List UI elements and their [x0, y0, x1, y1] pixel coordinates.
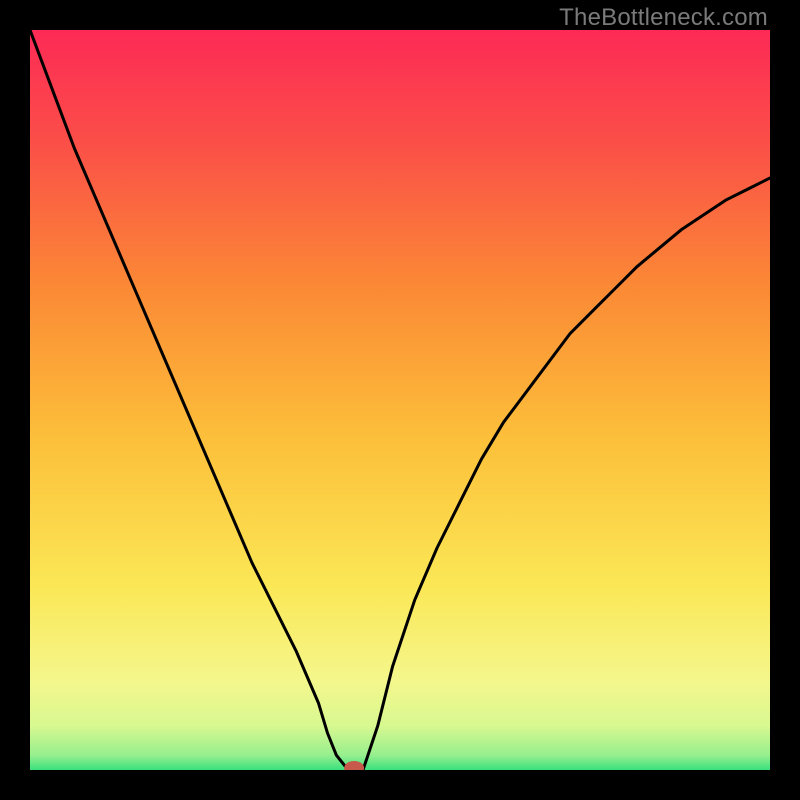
chart-svg [30, 30, 770, 770]
gradient-background [30, 30, 770, 770]
watermark-text: TheBottleneck.com [559, 4, 768, 32]
chart-frame: TheBottleneck.com [0, 0, 800, 800]
plot-area [30, 30, 770, 770]
